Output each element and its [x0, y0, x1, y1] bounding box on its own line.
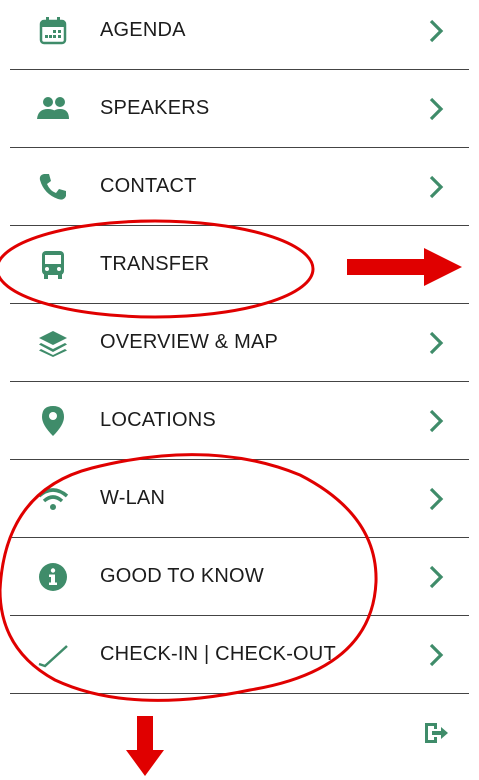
phone-icon [36, 170, 70, 204]
menu-item-transfer[interactable]: TRANSFER [10, 226, 469, 304]
logout-icon[interactable] [423, 722, 449, 744]
chevron-right-icon [429, 643, 444, 666]
wifi-icon [36, 482, 70, 516]
calendar-icon [36, 14, 70, 48]
checkmark-icon [36, 638, 70, 672]
chevron-right-icon [429, 175, 444, 198]
menu-item-check-in-out[interactable]: CHECK-IN | CHECK-OUT [10, 616, 469, 694]
bus-icon [36, 248, 70, 282]
menu-item-label: W-LAN [100, 487, 166, 509]
annotation-arrow-down [126, 716, 164, 776]
menu-item-overview-map[interactable]: OVERVIEW & MAP [10, 304, 469, 382]
menu-item-wlan[interactable]: W-LAN [10, 460, 469, 538]
menu-item-label: GOOD TO KNOW [100, 565, 264, 587]
menu-item-label: CHECK-IN | CHECK-OUT [100, 643, 336, 665]
menu-item-contact[interactable]: CONTACT [10, 148, 469, 226]
chevron-right-icon [429, 331, 444, 354]
chevron-right-icon [429, 565, 444, 588]
menu-item-label: AGENDA [100, 19, 186, 41]
main-menu: AGENDA SPEAKERS CONTACT TRANSFER OVERVIE… [0, 0, 479, 694]
menu-item-label: OVERVIEW & MAP [100, 331, 279, 353]
menu-item-label: SPEAKERS [100, 97, 210, 119]
menu-item-agenda[interactable]: AGENDA [10, 0, 469, 70]
chevron-right-icon [429, 19, 444, 42]
menu-item-locations[interactable]: LOCATIONS [10, 382, 469, 460]
layers-icon [36, 326, 70, 360]
menu-item-speakers[interactable]: SPEAKERS [10, 70, 469, 148]
location-pin-icon [36, 404, 70, 438]
people-icon [36, 92, 70, 126]
chevron-right-icon [429, 487, 444, 510]
chevron-right-icon [429, 409, 444, 432]
chevron-right-icon [429, 97, 444, 120]
menu-item-label: TRANSFER [100, 253, 210, 275]
menu-item-label: CONTACT [100, 175, 197, 197]
menu-item-label: LOCATIONS [100, 409, 216, 431]
menu-item-good-to-know[interactable]: GOOD TO KNOW [10, 538, 469, 616]
info-icon [36, 560, 70, 594]
